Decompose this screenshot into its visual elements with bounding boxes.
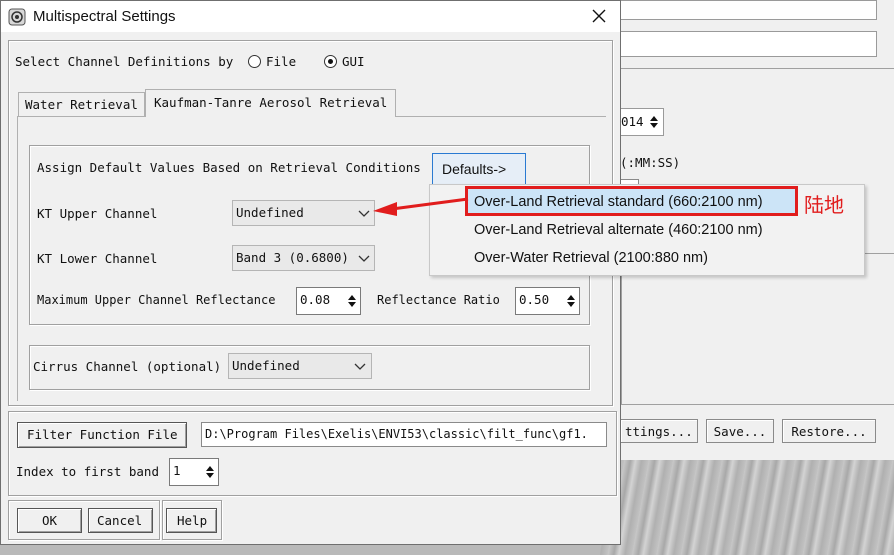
menu-item-over-water[interactable]: Over-Water Retrieval (2100:880 nm)	[474, 250, 708, 266]
bg-year-spinner[interactable]: 014	[620, 108, 664, 136]
cancel-label: Cancel	[97, 513, 143, 528]
bg-save-button[interactable]: Save...	[706, 419, 774, 443]
filter-function-file-button[interactable]: Filter Function File	[17, 422, 187, 448]
filter-function-file-label: Filter Function File	[27, 427, 178, 442]
tab-water-retrieval-label: Water Retrieval	[25, 97, 138, 112]
max-reflectance-value: 0.08	[300, 292, 331, 307]
reflectance-ratio-label: Reflectance Ratio	[377, 293, 500, 307]
radio-file-label: File	[266, 54, 297, 69]
tab-water-retrieval[interactable]: Water Retrieval	[18, 92, 145, 116]
tab-kaufman-tanre[interactable]: Kaufman-Tanre Aerosol Retrieval	[145, 89, 396, 117]
annotation-label: 陆地	[804, 193, 844, 217]
kt-upper-select[interactable]: Undefined	[232, 200, 375, 226]
index-first-band-spinner[interactable]: 1	[169, 458, 219, 486]
tab-kaufman-tanre-label: Kaufman-Tanre Aerosol Retrieval	[154, 95, 388, 110]
dialog-title: Multispectral Settings	[33, 8, 176, 25]
spinner-arrows-icon	[650, 116, 658, 128]
kt-upper-label: KT Upper Channel	[37, 206, 158, 221]
cirrus-label: Cirrus Channel (optional)	[33, 359, 222, 374]
spinner-arrows-icon	[348, 295, 356, 307]
title-bar: Multispectral Settings	[1, 1, 620, 32]
chevron-down-icon	[354, 363, 366, 370]
bg-divider-3	[614, 404, 894, 405]
spinner-arrows-icon	[567, 295, 575, 307]
kt-lower-select[interactable]: Band 3 (0.6800)	[232, 245, 375, 271]
radio-file[interactable]	[248, 55, 261, 68]
cirrus-value: Undefined	[232, 358, 300, 373]
bg-time-format: (:MM:SS)	[620, 155, 681, 170]
reflectance-ratio-value: 0.50	[519, 292, 550, 307]
kt-upper-value: Undefined	[236, 205, 304, 220]
background-image-area	[600, 460, 894, 555]
cirrus-select[interactable]: Undefined	[228, 353, 372, 379]
defaults-button[interactable]: Defaults->	[432, 153, 526, 185]
menu-item-over-land-alternate[interactable]: Over-Land Retrieval alternate (460:2100 …	[474, 222, 763, 238]
filter-path-value: D:\Program Files\Exelis\ENVI53\classic\f…	[205, 427, 588, 441]
ok-label: OK	[42, 513, 58, 528]
help-button[interactable]: Help	[166, 508, 217, 533]
bg-text-field-2[interactable]	[620, 31, 877, 57]
assign-defaults-label: Assign Default Values Based on Retrieval…	[37, 160, 421, 175]
bg-settings-button[interactable]: ttings...	[620, 419, 698, 443]
spinner-arrows-icon	[206, 466, 214, 478]
chevron-down-icon	[358, 255, 370, 262]
select-channel-label: Select Channel Definitions by	[15, 54, 234, 69]
max-reflectance-spinner[interactable]: 0.08	[296, 287, 361, 315]
annotation-highlight-box	[465, 186, 798, 216]
bg-empty-panel	[621, 254, 894, 405]
bg-divider	[614, 68, 894, 69]
annotation-arrow-icon	[373, 197, 469, 216]
kt-lower-label: KT Lower Channel	[37, 251, 158, 266]
max-reflectance-label: Maximum Upper Channel Reflectance	[37, 293, 276, 307]
help-label: Help	[177, 513, 208, 528]
cancel-button[interactable]: Cancel	[88, 508, 153, 533]
ok-button[interactable]: OK	[17, 508, 82, 533]
bg-text-field[interactable]	[620, 0, 877, 20]
close-icon[interactable]	[592, 9, 606, 23]
reflectance-ratio-spinner[interactable]: 0.50	[515, 287, 580, 315]
radio-gui-dot	[328, 59, 333, 64]
index-first-band-value: 1	[173, 463, 181, 478]
defaults-button-label: Defaults->	[442, 161, 507, 177]
chevron-down-icon	[358, 210, 370, 217]
bg-restore-button[interactable]: Restore...	[782, 419, 876, 443]
index-first-band-label: Index to first band	[16, 464, 159, 479]
radio-gui[interactable]	[324, 55, 337, 68]
kt-lower-value: Band 3 (0.6800)	[236, 250, 349, 265]
bg-year-text: 014	[621, 114, 644, 129]
filter-path-field[interactable]: D:\Program Files\Exelis\ENVI53\classic\f…	[201, 422, 607, 447]
radio-gui-label: GUI	[342, 54, 365, 69]
app-icon	[8, 8, 26, 26]
